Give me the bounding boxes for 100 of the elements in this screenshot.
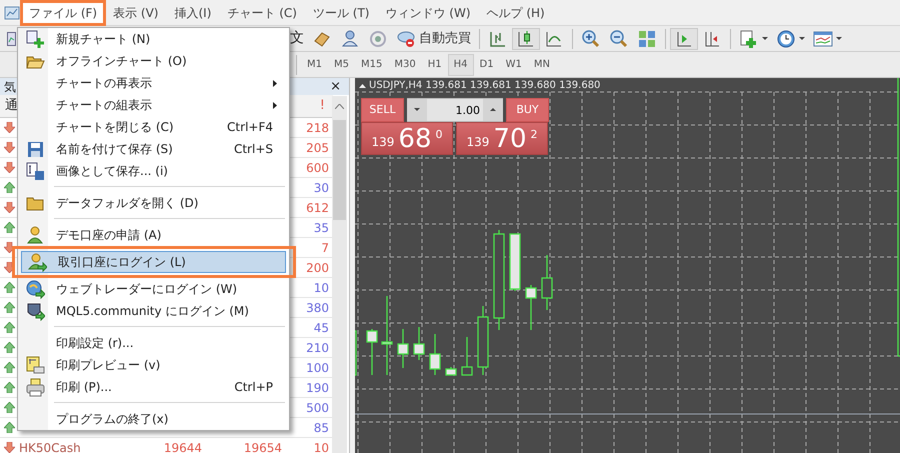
spread-cell-text: 205	[305, 140, 330, 156]
panel-title: 気	[4, 78, 16, 96]
ask-cell-text: 19654	[242, 440, 283, 453]
menu-item[interactable]: 名前を付けて保存 (S) Ctrl+S	[19, 138, 288, 160]
caret-icon	[799, 37, 805, 40]
timeframe-button[interactable]: MN	[528, 54, 556, 76]
new-chart-icon	[26, 30, 44, 48]
timeframe-button[interactable]: M15	[355, 54, 388, 76]
caret-icon	[836, 37, 842, 40]
lot-decrease-button[interactable]	[407, 99, 427, 121]
menu-item[interactable]: ヘルプ (H)	[478, 0, 553, 24]
symbol-cell-text: HK50Cash	[19, 440, 82, 453]
clock-icon	[776, 28, 796, 48]
menu-item[interactable]: 取引口座にログイン (L)	[21, 251, 286, 273]
menu-item[interactable]: 画像として保存... (i)	[19, 160, 288, 182]
globe-login-icon	[26, 280, 44, 298]
timeframe-button[interactable]: W1	[500, 54, 528, 76]
menu-item[interactable]: 印刷プレビュー (v)	[19, 354, 288, 376]
candlestick	[366, 329, 378, 375]
caret-icon	[414, 108, 420, 112]
scrollbar[interactable]	[332, 96, 347, 453]
scrollbar-thumb[interactable]	[333, 120, 346, 220]
menu-item[interactable]: 挿入(I)	[166, 0, 220, 24]
bid-cell-text: 19644	[162, 440, 203, 453]
menu-item[interactable]: データフォルダを開く (D)	[19, 192, 288, 214]
spread-cell-text: 190	[305, 380, 330, 396]
spread-cell-text: 30	[312, 180, 330, 196]
submenu-arrow-icon	[273, 80, 277, 86]
spread-cell-text: 10	[312, 280, 330, 296]
menu-item[interactable]: オフラインチャート (O)	[19, 50, 288, 72]
lot-field[interactable]: 1.00	[427, 99, 483, 121]
menu-item[interactable]: プログラムの終了(x)	[19, 408, 288, 430]
caret-up-icon	[490, 108, 496, 112]
collapse-icon	[359, 84, 366, 88]
caret-icon	[762, 37, 768, 40]
shield-login-icon	[26, 302, 44, 320]
lot-increase-button[interactable]	[483, 99, 503, 121]
spread-cell-text: 210	[305, 340, 330, 356]
menu-item[interactable]: 新規チャート (N)	[19, 28, 288, 50]
menu-item[interactable]: チャート (C)	[219, 0, 305, 24]
scroll-up-icon	[335, 104, 344, 109]
zoom-in-icon	[581, 28, 601, 48]
candlestick	[413, 327, 425, 360]
spread-cell-text: 100	[305, 360, 330, 376]
spread-cell-text: 500	[305, 400, 330, 416]
spread-cell-text: 200	[305, 260, 330, 276]
candlestick	[477, 306, 489, 375]
candlestick	[445, 367, 457, 376]
menu-item[interactable]: ウェブトレーダーにログイン (W)	[19, 278, 288, 300]
candlestick	[541, 255, 553, 310]
spread-cell-text: 35	[312, 220, 330, 236]
user-login-icon	[28, 252, 46, 272]
app-icon	[4, 6, 20, 20]
submenu-arrow-icon	[273, 102, 277, 108]
menu-item[interactable]: ファイル (F)	[21, 0, 106, 24]
print-preview-icon	[26, 356, 44, 374]
toolbar-label: 文	[290, 29, 304, 48]
tile-windows-icon	[637, 28, 657, 48]
chart-title: USDJPY,H4 139.681 139.681 139.680 139.680	[369, 79, 600, 93]
new-chart-icon	[739, 28, 759, 48]
menu-item[interactable]: MQL5.community にログイン (M)	[19, 300, 288, 322]
menu-item[interactable]: 表示 (V)	[105, 0, 166, 24]
menu-item[interactable]: チャートを閉じる (C) Ctrl+F4	[19, 116, 288, 138]
column-header[interactable]: 通	[0, 96, 18, 116]
timeframe-button[interactable]: D1	[474, 54, 500, 76]
timeframe-button[interactable]: M5	[328, 54, 355, 76]
signal-icon	[368, 28, 388, 48]
menu-item[interactable]: 印刷 (P)... Ctrl+P	[19, 376, 288, 398]
spread-cell-text: 600	[305, 160, 330, 176]
timeframe-button[interactable]: H1	[422, 54, 448, 76]
candlestick	[461, 337, 473, 376]
menu-item[interactable]: ツール (T)	[304, 0, 378, 24]
candlestick	[525, 285, 537, 330]
menu-item[interactable]: チャートの組表示	[19, 94, 288, 116]
save-image-icon	[26, 162, 44, 180]
menu-item[interactable]: デモ口座の申請 (A)	[19, 224, 288, 246]
robot-icon	[396, 28, 416, 48]
spread-cell-text: 45	[312, 320, 330, 336]
timeframe-button[interactable]: M30	[388, 54, 422, 76]
candlestick	[429, 334, 441, 375]
user-icon	[26, 226, 44, 244]
timeframe-button[interactable]: M1	[301, 54, 328, 76]
close-button[interactable]: ×	[330, 80, 341, 93]
timeframe-button[interactable]: H4	[448, 54, 474, 76]
candlestick	[509, 233, 521, 291]
spread-cell-text: 85	[312, 420, 330, 436]
spread-cell-text: 380	[305, 300, 330, 316]
spread-cell-text: 7	[320, 240, 330, 256]
menu-item[interactable]: ウィンドウ (W)	[377, 0, 479, 24]
menu-item[interactable]: チャートの再表示	[19, 72, 288, 94]
toolbar-button[interactable]	[512, 28, 540, 50]
menu-item[interactable]: 印刷設定 (r)...	[19, 332, 288, 354]
indicator-window-icon	[813, 28, 833, 48]
zoom-out-icon	[609, 28, 629, 48]
auto-trading-button[interactable]: 自動売買	[392, 28, 475, 50]
spread-cell-text: 612	[305, 200, 330, 216]
candlestick	[397, 329, 409, 368]
person-icon	[340, 28, 360, 48]
toolbar-button[interactable]	[670, 28, 698, 50]
spread-cell-text: 10	[312, 440, 330, 453]
